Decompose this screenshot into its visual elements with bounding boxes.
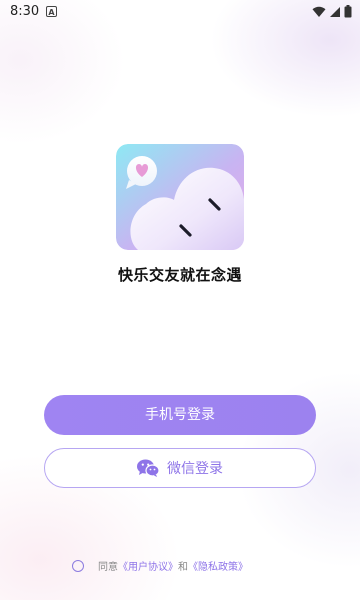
battery-icon [344,5,352,18]
app-logo-icon [116,144,244,250]
status-bar: 8:30 A [0,0,360,24]
wechat-login-button[interactable]: 微信登录 [44,448,316,488]
agreement-prefix: 同意 [98,562,118,573]
agreement-checkbox[interactable] [72,559,84,572]
agreement-conjunction: 和 [178,562,188,573]
wechat-icon [137,459,159,477]
background [0,0,360,600]
user-agreement-link[interactable]: 《用户协议》 [118,558,178,573]
phone-login-button[interactable]: 手机号登录 [44,395,316,435]
notification-icon: A [46,6,57,17]
status-icons [312,5,352,18]
status-time: 8:30 [10,4,40,19]
agreement-row: 同意 《用户协议》 和 《隐私政策》 [72,558,248,573]
wechat-login-label: 微信登录 [167,461,223,477]
app-slogan: 快乐交友就在念遇 [117,266,242,284]
signal-icon [330,6,340,17]
privacy-policy-link[interactable]: 《隐私政策》 [188,558,248,573]
wifi-icon [312,6,326,17]
